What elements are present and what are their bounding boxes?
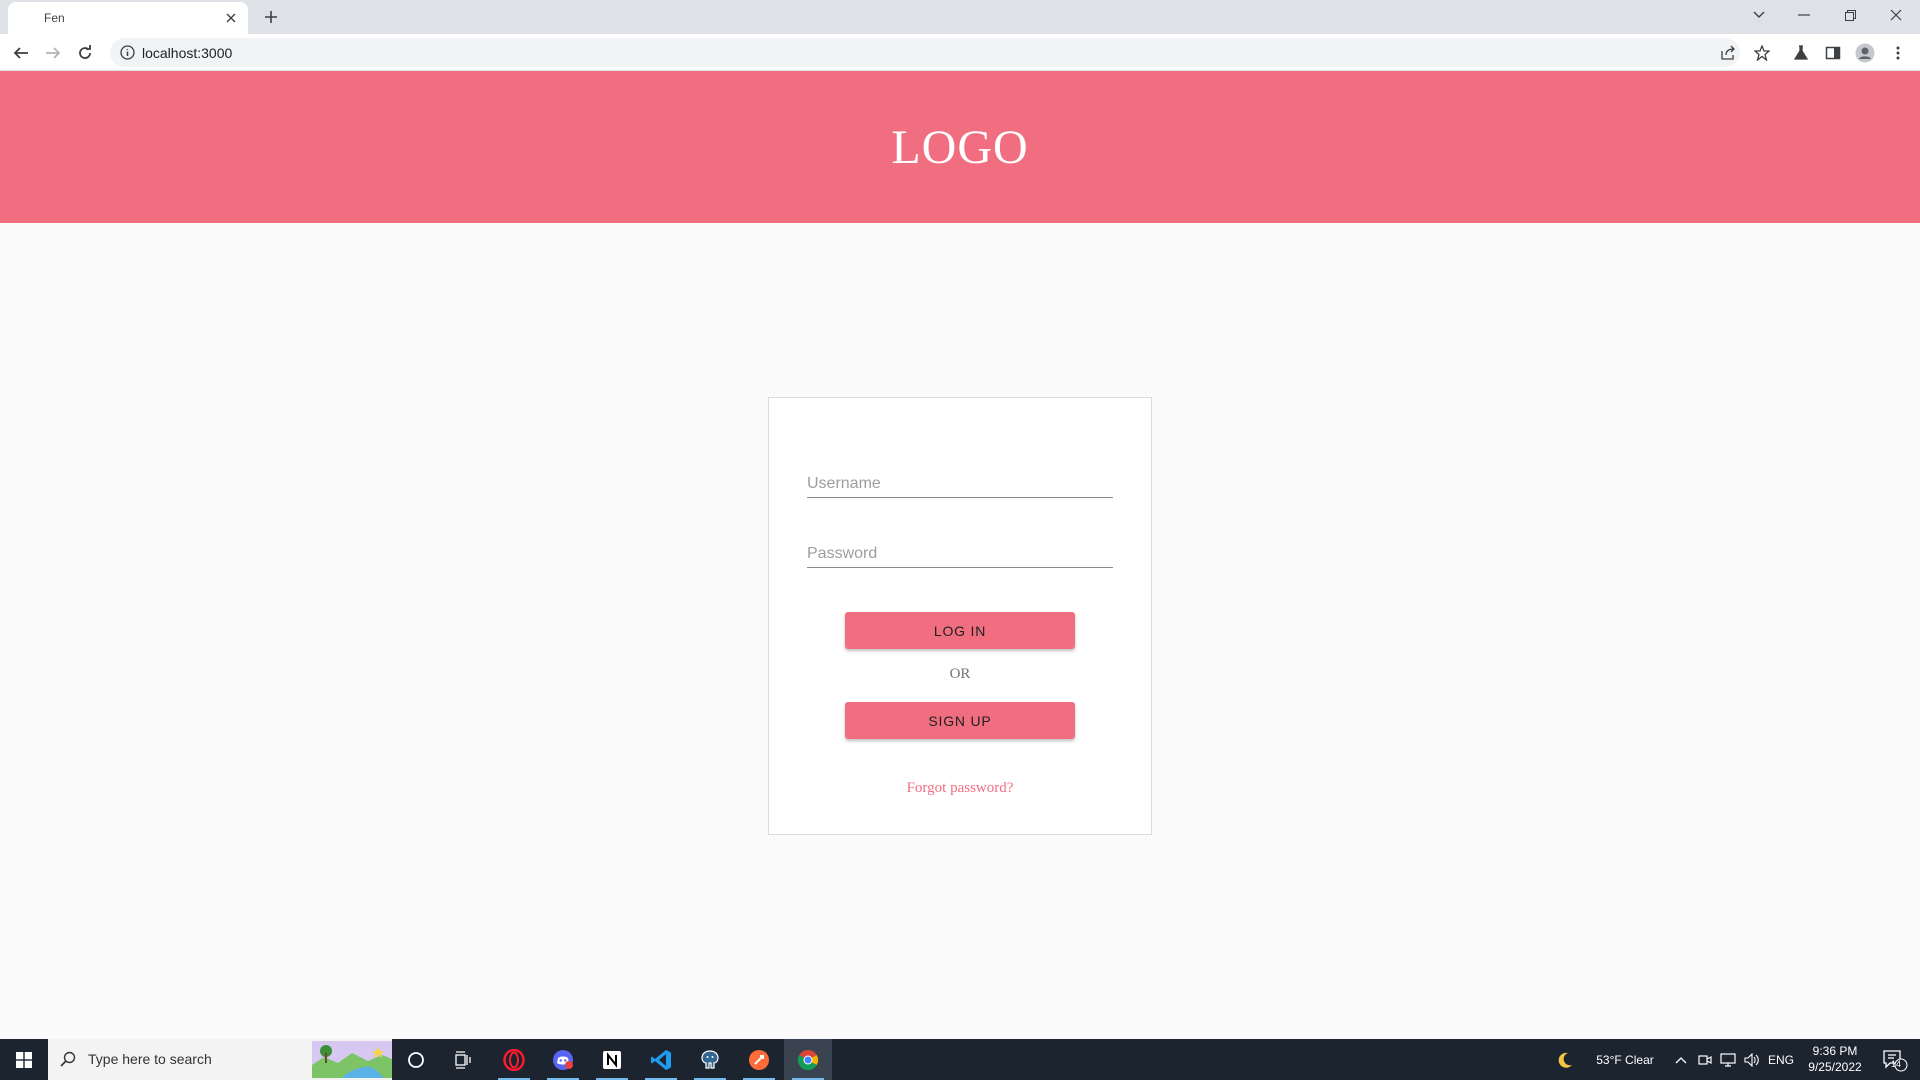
- close-tab-icon[interactable]: [222, 9, 240, 27]
- password-field[interactable]: [807, 534, 1113, 568]
- windows-start-icon[interactable]: [0, 1039, 48, 1080]
- forward-icon[interactable]: [40, 40, 66, 66]
- password-input[interactable]: [807, 534, 1113, 567]
- tab-search-icon[interactable]: [1736, 0, 1782, 30]
- postgresql-icon[interactable]: [686, 1039, 734, 1080]
- tab-title: Fen: [44, 11, 65, 25]
- tab-strip: Fen: [0, 0, 1920, 34]
- side-panel-icon[interactable]: [1821, 41, 1845, 65]
- browser-toolbar: localhost:3000: [0, 34, 1920, 71]
- page-header: LOGO: [0, 71, 1920, 223]
- task-view-icon[interactable]: [440, 1039, 488, 1080]
- notification-count: 14: [1891, 1059, 1902, 1069]
- labs-flask-icon[interactable]: [1789, 41, 1813, 65]
- network-icon[interactable]: [1718, 1039, 1738, 1080]
- address-bar[interactable]: localhost:3000: [110, 38, 1740, 67]
- menu-kebab-icon[interactable]: [1886, 41, 1910, 65]
- bookmark-star-icon[interactable]: [1750, 41, 1774, 65]
- clock-date: 9/25/2022: [1808, 1060, 1862, 1074]
- info-icon[interactable]: [120, 45, 135, 65]
- or-divider-text: OR: [949, 666, 971, 682]
- taskbar: Type here to search 53°F Clear ENG 9:36 …: [0, 1039, 1920, 1080]
- opera-icon[interactable]: [490, 1039, 538, 1080]
- cortana-icon[interactable]: [392, 1039, 440, 1080]
- login-button[interactable]: LOG IN: [845, 612, 1075, 649]
- notion-icon[interactable]: [588, 1039, 636, 1080]
- show-hidden-icons-chevron-up-icon[interactable]: [1672, 1039, 1690, 1080]
- taskbar-search[interactable]: Type here to search: [48, 1039, 392, 1080]
- signup-button[interactable]: SIGN UP: [845, 702, 1075, 739]
- back-icon[interactable]: [8, 40, 34, 66]
- notification-center-icon[interactable]: 14: [1874, 1039, 1916, 1080]
- restore-icon[interactable]: [1827, 0, 1873, 30]
- username-input[interactable]: [807, 464, 1113, 497]
- login-card: LOG IN OR SIGN UP Forgot password?: [768, 397, 1152, 835]
- postman-icon[interactable]: [735, 1039, 783, 1080]
- search-highlight-landscape-icon: [312, 1041, 392, 1078]
- clock-time: 9:36 PM: [1812, 1044, 1858, 1058]
- moon-weather-icon[interactable]: [1556, 1039, 1574, 1080]
- chrome-icon[interactable]: [784, 1039, 832, 1080]
- forgot-password-link[interactable]: Forgot password?: [769, 780, 1151, 797]
- vscode-icon[interactable]: [637, 1039, 685, 1080]
- volume-icon[interactable]: [1742, 1039, 1762, 1080]
- username-field[interactable]: [807, 464, 1113, 498]
- new-tab-icon[interactable]: [260, 6, 282, 28]
- share-icon[interactable]: [1716, 40, 1740, 64]
- reload-icon[interactable]: [72, 40, 98, 66]
- meet-camera-icon[interactable]: [1696, 1039, 1714, 1080]
- weather-text[interactable]: 53°F Clear: [1590, 1039, 1660, 1080]
- profile-avatar-icon[interactable]: [1853, 41, 1877, 65]
- browser-tab[interactable]: Fen: [8, 2, 248, 34]
- search-placeholder: Type here to search: [88, 1051, 212, 1067]
- language-indicator[interactable]: ENG: [1766, 1039, 1796, 1080]
- minimize-icon[interactable]: [1781, 0, 1827, 30]
- url-text: localhost:3000: [142, 45, 233, 61]
- search-icon: [60, 1051, 76, 1072]
- close-window-icon[interactable]: [1873, 0, 1919, 30]
- logo-text: LOGO: [891, 120, 1029, 174]
- discord-icon[interactable]: [539, 1039, 587, 1080]
- clock[interactable]: 9:36 PM 9/25/2022: [1800, 1043, 1870, 1075]
